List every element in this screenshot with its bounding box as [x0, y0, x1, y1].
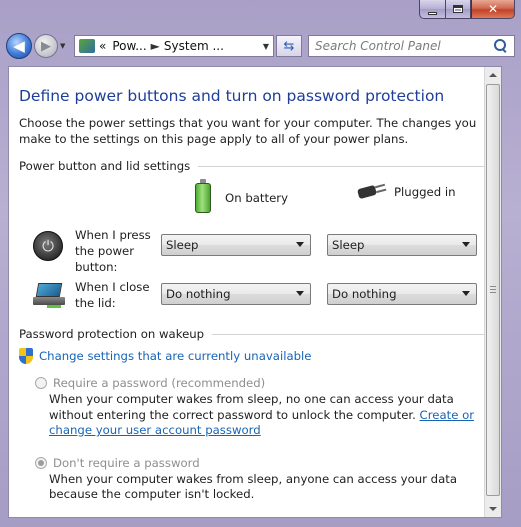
recent-pages-dropdown[interactable]: ▼: [60, 42, 70, 50]
breadcrumb-overflow[interactable]: «: [99, 39, 106, 53]
minimize-icon: [428, 11, 437, 15]
close-icon: ✕: [487, 2, 499, 16]
require-password-radio[interactable]: [35, 377, 47, 389]
require-password-label: Require a password (recommended): [53, 376, 266, 390]
require-password-description-text: When your computer wakes from sleep, no …: [49, 392, 454, 422]
back-arrow-icon: ◀: [13, 37, 25, 55]
chevron-down-icon: [296, 242, 304, 247]
content-panel: Define power buttons and turn on passwor…: [8, 66, 502, 518]
close-lid-label: When I close the lid:: [75, 280, 150, 310]
forward-arrow-icon: ▶: [41, 38, 51, 54]
breadcrumb-power-options[interactable]: Pow...: [112, 39, 146, 53]
page-title: Define power buttons and turn on passwor…: [19, 87, 445, 105]
section-divider: [212, 333, 493, 335]
no-password-radio-line[interactable]: Don't require a password: [35, 456, 493, 470]
power-settings-heading-text: Power button and lid settings: [19, 159, 191, 173]
power-button-label: When I press the power button:: [75, 228, 151, 274]
power-plug-icon: [352, 183, 386, 201]
search-icon[interactable]: [494, 39, 508, 53]
password-protection-heading-text: Password protection on wakeup: [19, 327, 205, 341]
section-divider: [198, 165, 493, 167]
search-placeholder: Search Control Panel: [315, 39, 441, 53]
close-lid-on-battery-value: Do nothing: [166, 287, 231, 301]
refresh-icon: ⇆: [283, 38, 295, 54]
search-input[interactable]: Search Control Panel: [308, 35, 515, 57]
close-lid-plugged-in-select[interactable]: Do nothing: [327, 283, 477, 305]
uac-shield-icon: [19, 348, 33, 364]
power-button-setting-row: ⏻ When I press the power button: Sleep S…: [19, 227, 493, 277]
require-password-description: When your computer wakes from sleep, no …: [49, 392, 493, 439]
no-password-radio[interactable]: [35, 456, 47, 469]
page-intro: Choose the power settings that you want …: [19, 116, 477, 146]
power-button-plugged-in-select[interactable]: Sleep: [327, 234, 477, 256]
refresh-button[interactable]: ⇆: [276, 35, 302, 57]
maximize-button[interactable]: [445, 0, 471, 19]
scroll-up-button[interactable]: [485, 67, 501, 83]
power-settings-heading: Power button and lid settings: [19, 159, 493, 173]
on-battery-header: On battery: [195, 179, 288, 213]
forward-button[interactable]: ▶: [34, 34, 58, 58]
close-lid-plugged-in-value: Do nothing: [332, 287, 397, 301]
scroll-down-button[interactable]: [485, 501, 501, 517]
address-bar[interactable]: « Pow... ► System ... ▼: [74, 35, 274, 57]
battery-icon: [195, 179, 211, 213]
no-password-label: Don't require a password: [53, 455, 200, 470]
scroll-thumb[interactable]: [486, 84, 500, 496]
change-settings-row: Change settings that are currently unava…: [19, 348, 493, 364]
laptop-lid-icon: [33, 283, 65, 309]
control-panel-icon: [79, 39, 95, 53]
close-button[interactable]: ✕: [471, 0, 515, 19]
vertical-scrollbar[interactable]: [484, 67, 501, 517]
change-settings-link[interactable]: Change settings that are currently unava…: [39, 349, 311, 363]
no-password-option: Don't require a password When your compu…: [19, 456, 493, 503]
plugged-in-header: Plugged in: [352, 183, 456, 201]
navigation-bar: ◀ ▶ ▼ « Pow... ► System ... ▼ ⇆ Search C…: [6, 30, 515, 62]
chevron-down-icon: [296, 291, 304, 296]
power-button-plugged-in-value: Sleep: [332, 238, 365, 252]
page-content: Define power buttons and turn on passwor…: [19, 67, 493, 503]
chevron-down-icon: [462, 242, 470, 247]
back-button[interactable]: ◀: [6, 33, 32, 59]
require-password-option: Require a password (recommended) When yo…: [19, 376, 493, 439]
chevron-down-icon: [462, 291, 470, 296]
password-protection-heading: Password protection on wakeup: [19, 327, 493, 341]
address-dropdown-icon[interactable]: ▼: [263, 42, 269, 51]
breadcrumb-system-settings[interactable]: System ...: [164, 39, 224, 53]
no-password-description: When your computer wakes from sleep, any…: [49, 471, 457, 502]
power-button-on-battery-select[interactable]: Sleep: [161, 234, 311, 256]
maximize-icon: [453, 5, 463, 13]
breadcrumb-separator-icon[interactable]: ►: [151, 39, 160, 53]
power-button-on-battery-value: Sleep: [166, 238, 199, 252]
close-lid-on-battery-select[interactable]: Do nothing: [161, 283, 311, 305]
on-battery-label: On battery: [225, 191, 288, 205]
scroll-grip-icon: [490, 286, 496, 293]
plugged-in-label: Plugged in: [394, 185, 456, 199]
close-lid-setting-row: When I close the lid: Do nothing Do noth…: [19, 277, 493, 325]
minimize-button[interactable]: [419, 0, 445, 19]
column-headers: On battery Plugged in: [19, 179, 493, 217]
require-password-radio-line[interactable]: Require a password (recommended): [35, 376, 493, 390]
power-button-icon: ⏻: [33, 231, 63, 261]
caption-buttons: ✕: [419, 0, 515, 20]
